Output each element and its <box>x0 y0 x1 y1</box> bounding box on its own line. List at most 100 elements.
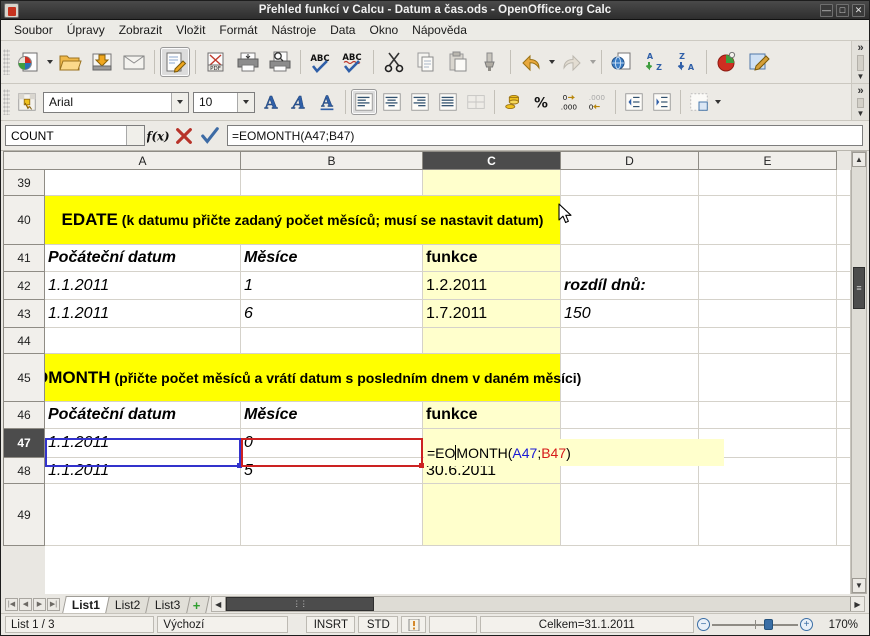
cell-d42[interactable]: rozdíl dnů: <box>561 272 699 299</box>
menu-item-format[interactable]: Formát <box>212 21 264 39</box>
zoom-slider[interactable]: − + 170% <box>697 616 869 633</box>
scroll-down-icon[interactable]: ▼ <box>852 578 866 593</box>
cell-e44[interactable] <box>699 328 837 353</box>
cell-a43[interactable]: 1.1.2011 <box>45 300 241 327</box>
status-insert-mode[interactable]: INSRT <box>306 616 356 633</box>
menu-item-napoveda[interactable]: Nápověda <box>405 21 474 39</box>
cell-a41[interactable]: Počáteční datum <box>45 245 241 271</box>
cell-c41[interactable]: funkce <box>423 245 561 271</box>
menu-item-upravy[interactable]: Úpravy <box>60 21 112 39</box>
sort-descending-icon[interactable]: Z A <box>671 47 701 77</box>
toolbar-grip[interactable] <box>3 89 10 115</box>
bold-icon[interactable]: A <box>258 89 284 115</box>
apply-style-icon[interactable] <box>14 89 40 115</box>
cell-b49[interactable] <box>241 484 423 545</box>
print-preview-icon[interactable] <box>265 47 295 77</box>
cell-b44[interactable] <box>241 328 423 353</box>
toolbar-scroll-bar[interactable] <box>857 55 864 71</box>
copy-icon[interactable] <box>411 47 441 77</box>
name-box[interactable]: COUNT <box>5 125 145 146</box>
cell-c44[interactable] <box>423 328 561 353</box>
close-button[interactable]: ✕ <box>852 3 865 17</box>
select-all-corner[interactable] <box>3 151 45 170</box>
menu-item-vlozit[interactable]: Vložit <box>169 21 212 39</box>
font-size-combo[interactable]: 10 <box>193 91 255 113</box>
document-modified-icon[interactable] <box>401 616 427 633</box>
cell-a40-edate-banner[interactable]: EDATE (k datumu přičte zadaný počet měsí… <box>45 196 561 244</box>
cell-a45-eomonth-banner[interactable]: EOMONTH (přičte počet měsíců a vrátí dat… <box>45 354 581 401</box>
cell-d45[interactable] <box>561 354 699 401</box>
sheet-tab-list1[interactable]: List1 <box>62 596 112 613</box>
row-header-39[interactable]: 39 <box>3 170 45 196</box>
formula-input[interactable]: =EOMONTH(A47;B47) <box>227 125 863 146</box>
cell-b43[interactable]: 6 <box>241 300 423 327</box>
new-document-icon[interactable] <box>14 47 44 77</box>
cell-d40[interactable] <box>561 196 699 244</box>
cell-b46[interactable]: Měsíce <box>241 402 423 428</box>
menu-item-soubor[interactable]: Soubor <box>7 21 60 39</box>
add-sheet-button[interactable]: + <box>185 596 210 613</box>
sheet-tab-list3[interactable]: List3 <box>145 596 193 613</box>
toolbar-scroll-bar[interactable] <box>857 98 864 108</box>
merge-cells-icon[interactable] <box>463 89 489 115</box>
cell-b41[interactable]: Měsíce <box>241 245 423 271</box>
align-right-icon[interactable] <box>407 89 433 115</box>
add-decimal-icon[interactable]: 0 .000 <box>556 89 582 115</box>
redo-icon[interactable] <box>557 47 587 77</box>
decrease-indent-icon[interactable] <box>621 89 647 115</box>
toolbar-grip[interactable] <box>3 49 10 75</box>
spellcheck-icon[interactable]: ABC <box>306 47 336 77</box>
cell-grid[interactable]: EDATE (k datumu přičte zadaný počet měsí… <box>45 170 851 594</box>
name-box-dropdown-icon[interactable] <box>126 126 144 145</box>
status-selection-mode[interactable]: STD <box>358 616 399 633</box>
percent-format-icon[interactable]: % <box>528 89 554 115</box>
zoom-track[interactable] <box>712 618 798 630</box>
vertical-scroll-track[interactable] <box>852 167 866 578</box>
sort-ascending-icon[interactable]: A Z <box>639 47 669 77</box>
email-document-icon[interactable] <box>119 47 149 77</box>
font-name-dropdown-icon[interactable] <box>171 92 188 112</box>
row-header-45[interactable]: 45 <box>3 354 45 402</box>
toolbar-overflow-down-icon[interactable]: ▼ <box>857 73 865 81</box>
zoom-out-icon[interactable]: − <box>697 618 710 631</box>
cell-c39[interactable] <box>423 170 561 195</box>
font-name-combo[interactable]: Arial <box>43 91 189 113</box>
cell-c42[interactable]: 1.2.2011 <box>423 272 561 299</box>
borders-dropdown-icon[interactable] <box>713 89 722 115</box>
column-header-c[interactable]: C <box>423 151 561 170</box>
cell-e43[interactable] <box>699 300 837 327</box>
cell-d41[interactable] <box>561 245 699 271</box>
menu-item-zobrazit[interactable]: Zobrazit <box>112 21 169 39</box>
zoom-level-label[interactable]: 170% <box>815 616 863 633</box>
row-header-49[interactable]: 49 <box>3 484 45 546</box>
cell-b39[interactable] <box>241 170 423 195</box>
cell-d46[interactable] <box>561 402 699 428</box>
underline-icon[interactable]: A <box>314 89 340 115</box>
status-signature[interactable] <box>429 616 477 633</box>
cell-c43[interactable]: 1.7.2011 <box>423 300 561 327</box>
cell-a46[interactable]: Počáteční datum <box>45 402 241 428</box>
cell-a44[interactable] <box>45 328 241 353</box>
cell-c46[interactable]: funkce <box>423 402 561 428</box>
cell-e41[interactable] <box>699 245 837 271</box>
cell-a39[interactable] <box>45 170 241 195</box>
column-header-b[interactable]: B <box>241 151 423 170</box>
cell-e39[interactable] <box>699 170 837 195</box>
row-header-48[interactable]: 48 <box>3 458 45 484</box>
autospellcheck-icon[interactable]: ABC <box>338 47 368 77</box>
edit-file-icon[interactable] <box>160 47 190 77</box>
cell-a49[interactable] <box>45 484 241 545</box>
undo-icon[interactable] <box>516 47 546 77</box>
cell-e46[interactable] <box>699 402 837 428</box>
draw-functions-icon[interactable] <box>744 47 774 77</box>
zoom-knob[interactable] <box>764 618 773 630</box>
status-page-style[interactable]: Výchozí <box>157 616 289 633</box>
align-left-icon[interactable] <box>351 89 377 115</box>
formatting-toolbar-overflow[interactable]: » ▼ <box>851 84 869 120</box>
cell-e45[interactable] <box>699 354 837 401</box>
column-header-a[interactable]: A <box>45 151 241 170</box>
cell-a42[interactable]: 1.1.2011 <box>45 272 241 299</box>
cell-e40[interactable] <box>699 196 837 244</box>
cell-c49[interactable] <box>423 484 561 545</box>
column-header-d[interactable]: D <box>561 151 699 170</box>
